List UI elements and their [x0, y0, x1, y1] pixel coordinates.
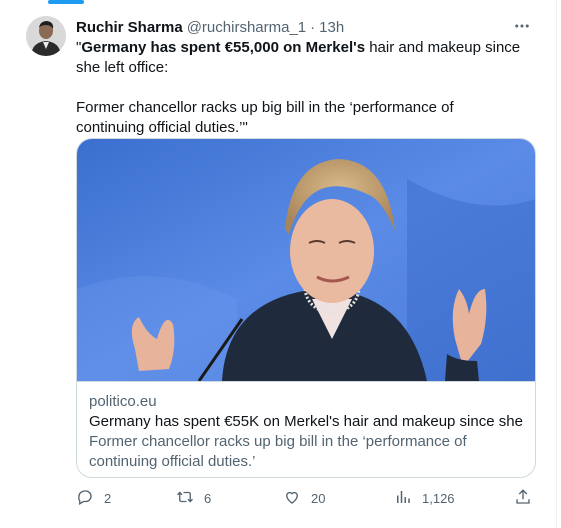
reply-button[interactable]: 2 — [76, 486, 111, 510]
active-tab-indicator — [48, 0, 84, 4]
share-icon — [514, 488, 532, 509]
author-name[interactable]: Ruchir Sharma — [76, 19, 183, 36]
retweet-icon — [176, 488, 194, 509]
action-bar: 2 6 20 1,126 — [76, 486, 536, 510]
tweet-text-line2: Former chancellor racks up big bill in t… — [76, 99, 454, 136]
bold-headline: Germany has spent €55,000 on Merkel's — [81, 39, 366, 56]
card-description: Former chancellor racks up big bill in t… — [89, 433, 467, 470]
card-title: Germany has spent €55K on Merkel's hair … — [89, 413, 523, 430]
views-button[interactable]: 1,126 — [394, 486, 455, 510]
retweet-button[interactable]: 6 — [176, 486, 211, 510]
like-button[interactable]: 20 — [283, 486, 325, 510]
reply-count: 2 — [104, 490, 112, 506]
tweet-header: Ruchir Sharma @ruchirsharma_1 · 13h — [76, 17, 344, 37]
retweet-count: 6 — [204, 490, 212, 506]
tweet-text-line1: "Germany has spent €55,000 on Merkel's h… — [76, 38, 526, 78]
link-card[interactable]: politico.eu Germany has spent €55K on Me… — [76, 138, 536, 478]
tweet-timestamp[interactable]: 13h — [319, 19, 344, 36]
analytics-icon — [394, 488, 412, 509]
column-border — [556, 0, 557, 528]
card-body[interactable]: politico.eu Germany has spent €55K on Me… — [77, 381, 535, 472]
top-strip — [0, 0, 561, 6]
heart-icon — [283, 488, 301, 509]
like-count: 20 — [311, 490, 326, 506]
view-count: 1,126 — [422, 490, 455, 506]
share-button[interactable] — [514, 486, 532, 510]
more-icon[interactable] — [510, 14, 534, 38]
tweet-text: "Germany has spent €55,000 on Merkel's h… — [76, 38, 526, 138]
card-image[interactable] — [77, 139, 535, 381]
reply-icon — [76, 488, 94, 509]
card-domain: politico.eu — [89, 393, 157, 410]
separator-dot: · — [310, 18, 316, 36]
author-handle[interactable]: @ruchirsharma_1 — [187, 19, 306, 36]
avatar[interactable] — [26, 16, 66, 56]
